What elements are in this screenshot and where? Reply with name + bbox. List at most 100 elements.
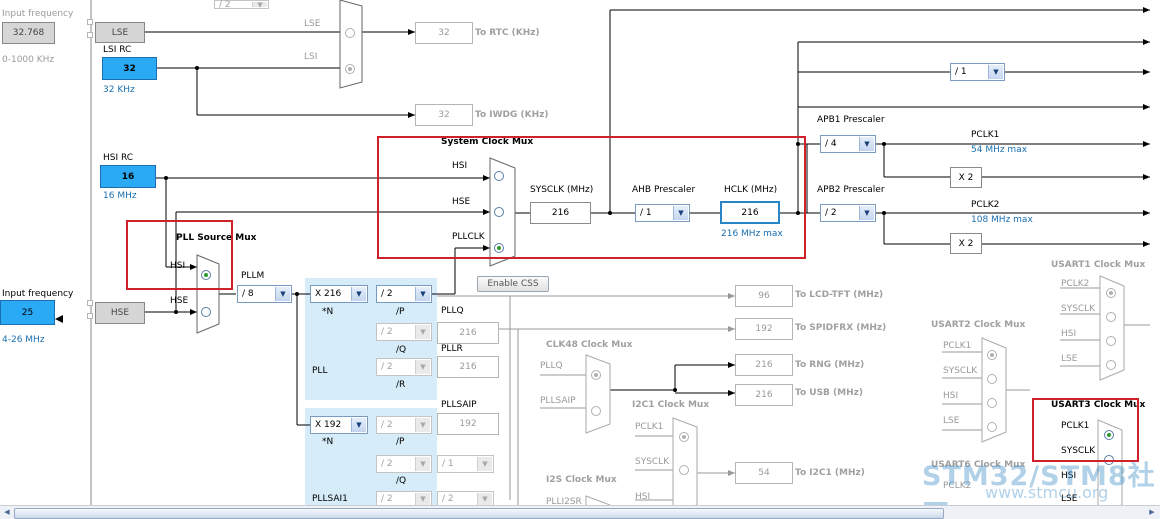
pllq-output-field: 216	[437, 322, 499, 344]
clk48-mux-pllsaip-radio[interactable]	[591, 406, 601, 416]
usart2-mux-lse-radio[interactable]	[987, 422, 997, 432]
usart1-mux-pclk2-radio[interactable]	[1106, 288, 1116, 298]
hse-input-frequency-field[interactable]: 25	[0, 300, 55, 325]
pll-source-hse-radio[interactable]	[201, 307, 211, 317]
pllsai-p-label: /P	[396, 437, 405, 447]
chevron-down-icon: ▼	[275, 287, 290, 301]
usart3-mux-highlight	[1032, 398, 1139, 462]
chevron-down-icon: ▼	[673, 206, 688, 220]
hse-pin-top	[87, 300, 93, 306]
usart2-mux-pclk1-radio[interactable]	[987, 350, 997, 360]
chevron-down-icon: ▼	[415, 493, 430, 505]
usart2-mux-sysclk-radio[interactable]	[987, 374, 997, 384]
rtc-prescaler-select[interactable]: / 2 ▼	[214, 0, 269, 10]
horizontal-scrollbar[interactable]: ◀ ▶	[0, 505, 1160, 519]
pllm-select[interactable]: / 8 ▼	[237, 285, 292, 303]
lsi-frequency: 32 KHz	[103, 85, 135, 95]
usart2-mux-title: USART2 Clock Mux	[931, 320, 1026, 330]
pllr-value: / 2	[381, 362, 393, 372]
pllsai-q2-select[interactable]: / 1 ▼	[437, 455, 494, 473]
usart1-mux-title: USART1 Clock Mux	[1051, 260, 1146, 270]
i2c1-output-label: To I2C1 (MHz)	[795, 468, 865, 478]
chevron-down-icon: ▼	[477, 457, 492, 471]
chevron-down-icon: ▼	[415, 457, 430, 471]
pllr-select[interactable]: / 2 ▼	[376, 358, 432, 376]
lse-input-frequency-field[interactable]: 32.768	[2, 22, 55, 44]
hsi-frequency: 16 MHz	[103, 191, 137, 201]
pllsai-n-select[interactable]: X 192 ▼	[310, 416, 368, 434]
i2c1-frequency-field: 54	[735, 462, 793, 484]
pllsai1-block-label: PLLSAI1	[312, 494, 348, 504]
scroll-left-arrow-icon[interactable]: ◀	[1, 507, 13, 518]
lcd-tft-frequency-field: 96	[735, 285, 793, 307]
watermark-url: www.stmcu.org	[985, 483, 1109, 502]
usart1-mux-hsi-radio[interactable]	[1106, 336, 1116, 346]
rng-output-label: To RNG (MHz)	[795, 360, 865, 370]
usart1-mux-hsi-label: HSI	[1061, 329, 1077, 339]
spdifrx-frequency-field: 192	[735, 318, 793, 340]
pllm-label: PLLM	[241, 271, 265, 281]
chevron-down-icon: ▼	[988, 65, 1003, 79]
input-frequency-hse-label: Input frequency	[2, 289, 74, 299]
pllsai-q-select[interactable]: / 2 ▼	[376, 455, 432, 473]
apb2-prescaler-value: / 2	[825, 208, 837, 218]
pclk2-max-note: 108 MHz max	[971, 215, 1033, 225]
rtc-mux-lsi-label: LSI	[304, 52, 318, 62]
rtc-mux-lse-label: LSE	[304, 19, 321, 29]
pllq-output-label: PLLQ	[441, 306, 464, 316]
apb2-timer-multiplier: X 2	[950, 233, 982, 254]
usb-frequency-field: 216	[735, 384, 793, 406]
apb1-prescaler-select[interactable]: / 4 ▼	[820, 135, 876, 153]
lcd-tft-output-label: To LCD-TFT (MHz)	[795, 290, 884, 300]
pllm-value: / 8	[242, 289, 254, 299]
hclk-input-field[interactable]: 216	[720, 201, 780, 224]
apb1-prescaler-label: APB1 Prescaler	[817, 115, 885, 125]
pllq-select[interactable]: / 2 ▼	[376, 323, 432, 341]
chevron-down-icon: ▼	[415, 325, 430, 339]
pllsaip-output-label: PLLSAIP	[441, 400, 477, 410]
chevron-down-icon: ▼	[415, 360, 430, 374]
i2c1-mux-sysclk-radio[interactable]	[679, 465, 689, 475]
apb2-prescaler-select[interactable]: / 2 ▼	[820, 204, 876, 222]
scroll-right-arrow-icon[interactable]: ▶	[1146, 507, 1158, 518]
pll-block-label: PLL	[312, 366, 328, 376]
iwdg-output-label: To IWDG (KHz)	[475, 110, 549, 120]
hse-frequency-range: 4-26 MHz	[2, 335, 45, 345]
pllp-label: /P	[396, 307, 405, 317]
hclk-label: HCLK (MHz)	[724, 185, 778, 195]
i2c1-mux-pclk1-label: PCLK1	[635, 422, 664, 432]
i2c1-mux-pclk1-radio[interactable]	[679, 432, 689, 442]
enable-css-button[interactable]: Enable CSS	[477, 276, 549, 292]
chevron-down-icon: ▼	[351, 287, 366, 301]
i2c1-mux-sysclk-label: SYSCLK	[635, 457, 670, 467]
pllp-select[interactable]: / 2 ▼	[376, 285, 432, 303]
hse-source-box: HSE	[95, 302, 145, 324]
pclk1-label: PCLK1	[971, 130, 1000, 140]
chevron-down-icon: ▼	[477, 493, 492, 505]
chevron-down-icon: ▼	[252, 1, 267, 9]
clock-configuration-canvas: Input frequency 32.768 0-1000 KHz LSE LS…	[0, 0, 1160, 519]
ahb-prescaler-value: / 1	[640, 208, 652, 218]
pllsai-n-value: X 192	[315, 420, 342, 430]
usart2-mux-hsi-radio[interactable]	[987, 398, 997, 408]
usart1-mux-sysclk-radio[interactable]	[1106, 312, 1116, 322]
pllsai-r-value: / 2	[381, 494, 393, 504]
cortex-timer-divider-select[interactable]: / 1 ▼	[950, 63, 1005, 81]
ahb-prescaler-select[interactable]: / 1 ▼	[635, 204, 690, 222]
spdifrx-output-label: To SPIDFRX (MHz)	[795, 323, 887, 333]
usb-output-label: To USB (MHz)	[795, 388, 863, 398]
rtc-mux-lsi-radio[interactable]	[345, 64, 355, 74]
usart2-mux-hsi-label: HSI	[943, 391, 959, 401]
clk48-mux-pllq-radio[interactable]	[591, 370, 601, 380]
hclk-max-note: 216 MHz max	[721, 229, 783, 239]
rtc-mux-lse-radio[interactable]	[345, 28, 355, 38]
plln-select[interactable]: X 216 ▼	[310, 285, 368, 303]
apb1-timer-multiplier: X 2	[950, 167, 982, 188]
pllsai-p-select[interactable]: / 2 ▼	[376, 416, 432, 434]
usart1-mux-lse-radio[interactable]	[1106, 360, 1116, 370]
rng-frequency-field: 216	[735, 354, 793, 376]
lse-pin-bottom	[87, 32, 93, 38]
clk48-mux-pllq-label: PLLQ	[540, 361, 563, 371]
scrollbar-thumb[interactable]	[14, 508, 944, 519]
ahb-prescaler-label: AHB Prescaler	[632, 185, 696, 195]
